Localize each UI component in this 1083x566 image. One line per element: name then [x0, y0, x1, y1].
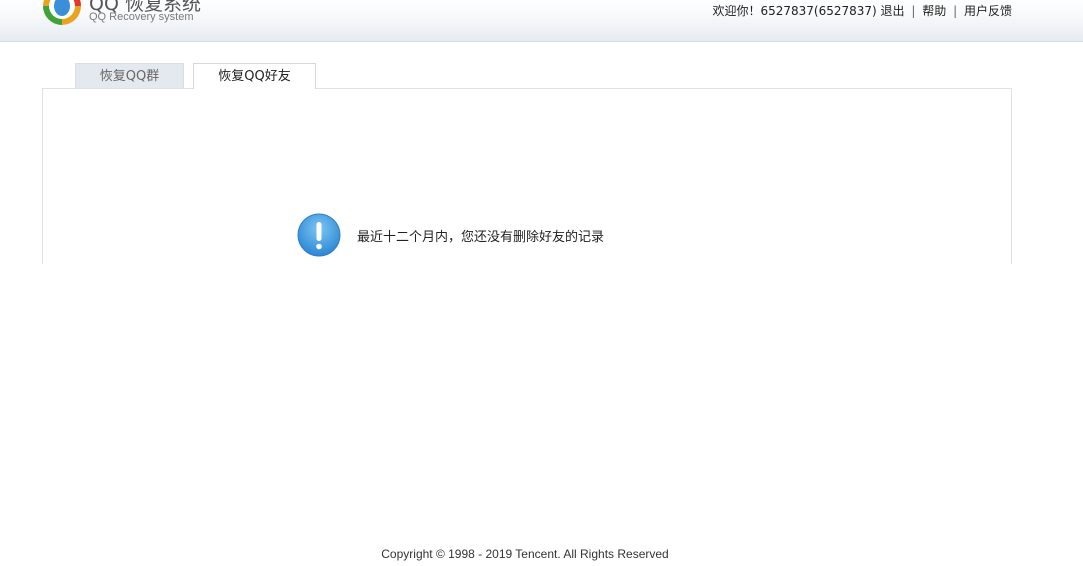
- footer-copyright: Copyright © 1998 - 2019 Tencent. All Rig…: [381, 547, 669, 561]
- feedback-link[interactable]: 用户反馈: [964, 4, 1012, 18]
- welcome-text: 欢迎你！6527837(6527837): [712, 4, 877, 18]
- qq-logo-icon: [43, 0, 81, 25]
- brand-subtitle: QQ Recovery system: [89, 11, 194, 23]
- separator: |: [911, 4, 916, 18]
- empty-state-message: 最近十二个月内，您还没有删除好友的记录: [357, 230, 605, 245]
- top-header: QQ 恢复系统 QQ Recovery system 欢迎你！6527837(6…: [0, 0, 1083, 42]
- separator: |: [953, 4, 958, 18]
- help-link[interactable]: 帮助: [922, 4, 946, 18]
- tab-recover-group[interactable]: 恢复QQ群: [75, 63, 184, 88]
- info-icon: [297, 213, 341, 257]
- tab-recover-friend[interactable]: 恢复QQ好友: [193, 63, 316, 89]
- user-links: 欢迎你！6527837(6527837) 退出 | 帮助 | 用户反馈: [712, 2, 1012, 19]
- logout-link[interactable]: 退出: [881, 4, 905, 18]
